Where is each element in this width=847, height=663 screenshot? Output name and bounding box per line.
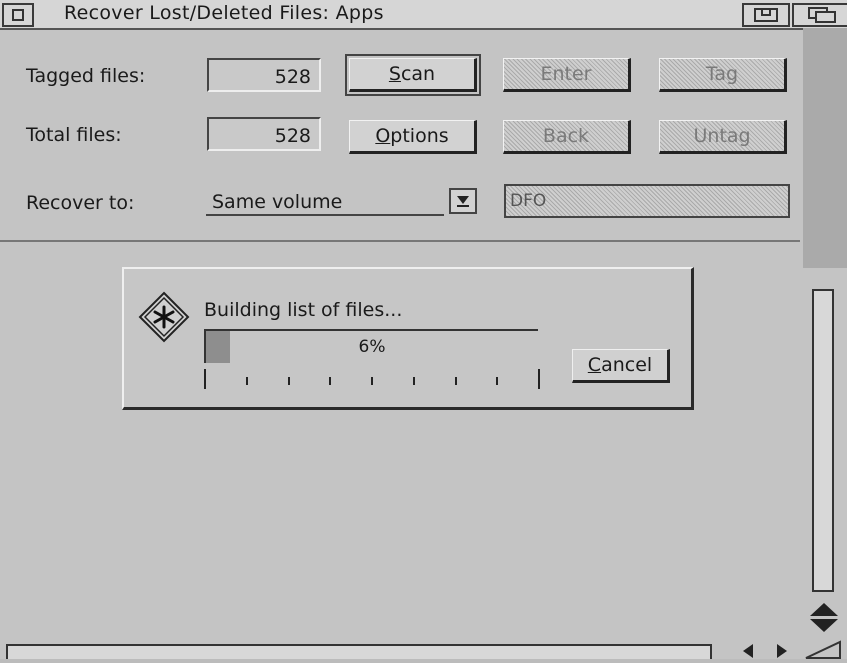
progress-tick	[371, 377, 373, 385]
close-box-square	[12, 9, 24, 21]
tag-button[interactable]: Tag	[659, 58, 787, 92]
progress-tick	[413, 377, 415, 385]
section-divider	[0, 240, 800, 242]
resize-icon[interactable]	[800, 640, 844, 659]
title-bar[interactable]: Recover Lost/Deleted Files: Apps	[0, 0, 847, 30]
progress-tick	[246, 377, 248, 385]
total-files-count: 528	[207, 117, 321, 151]
scan-button-accel: S	[388, 63, 401, 85]
tag-button-label: Tag	[705, 63, 739, 85]
untag-button-label: Untag	[693, 125, 751, 147]
dropdown-arrow-icon[interactable]	[449, 188, 477, 214]
recover-to-select[interactable]: Same volume	[206, 188, 444, 216]
progress-ticks	[204, 369, 544, 389]
progress-bar: 6%	[204, 329, 538, 363]
progress-message: Building list of files...	[204, 299, 403, 321]
recover-to-label: Recover to:	[26, 192, 135, 214]
cancel-button-label: ancel	[601, 354, 653, 376]
progress-tick	[538, 369, 540, 389]
scroll-right-glyph	[777, 643, 787, 658]
toggle-size-icon[interactable]	[792, 3, 847, 27]
enter-button[interactable]: Enter	[503, 58, 631, 92]
options-button-accel: O	[375, 125, 391, 147]
vertical-scroll-well	[803, 28, 847, 268]
vertical-scrollbar[interactable]	[812, 289, 834, 592]
recover-path-field[interactable]: DFO	[504, 184, 790, 218]
iconize-glyph	[754, 8, 778, 22]
iconize-icon[interactable]	[742, 3, 790, 27]
options-button[interactable]: Options	[349, 120, 477, 154]
progress-tick	[329, 377, 331, 385]
busy-star-glyph	[138, 291, 190, 343]
close-box-icon[interactable]	[2, 3, 34, 27]
scan-button-label: can	[400, 63, 436, 85]
progress-dialog: Building list of files... 6% Cancel	[122, 267, 694, 410]
scan-button[interactable]: Scan	[345, 54, 481, 96]
recover-files-window: Recover Lost/Deleted Files: Apps Tagged …	[0, 0, 847, 659]
progress-tick	[455, 377, 457, 385]
scroll-down-icon[interactable]	[810, 618, 838, 632]
toggle-size-glyph	[807, 7, 836, 23]
horizontal-scrollbar[interactable]	[6, 644, 712, 659]
scroll-left-glyph	[743, 643, 753, 658]
back-button[interactable]: Back	[503, 120, 631, 154]
scroll-left-icon[interactable]	[736, 642, 760, 659]
window-title: Recover Lost/Deleted Files: Apps	[64, 2, 384, 24]
back-button-label: Back	[542, 125, 590, 147]
tagged-files-count: 528	[207, 58, 321, 92]
scroll-right-icon[interactable]	[770, 642, 794, 659]
tagged-files-label: Tagged files:	[26, 65, 146, 87]
enter-button-label: Enter	[540, 63, 592, 85]
progress-percent: 6%	[358, 337, 386, 357]
cancel-button[interactable]: Cancel	[572, 349, 670, 383]
scroll-up-icon[interactable]	[810, 602, 838, 616]
cancel-button-accel: C	[587, 354, 602, 376]
progress-tick	[204, 369, 206, 389]
scroll-up-down-arrows[interactable]	[806, 598, 842, 636]
untag-button[interactable]: Untag	[659, 120, 787, 154]
busy-star-icon	[138, 291, 190, 343]
total-files-label: Total files:	[26, 124, 122, 146]
resize-glyph	[805, 640, 841, 659]
progress-tick	[496, 377, 498, 385]
dropdown-arrow-glyph	[457, 196, 469, 207]
options-button-label: ptions	[390, 125, 449, 147]
progress-tick	[288, 377, 290, 385]
